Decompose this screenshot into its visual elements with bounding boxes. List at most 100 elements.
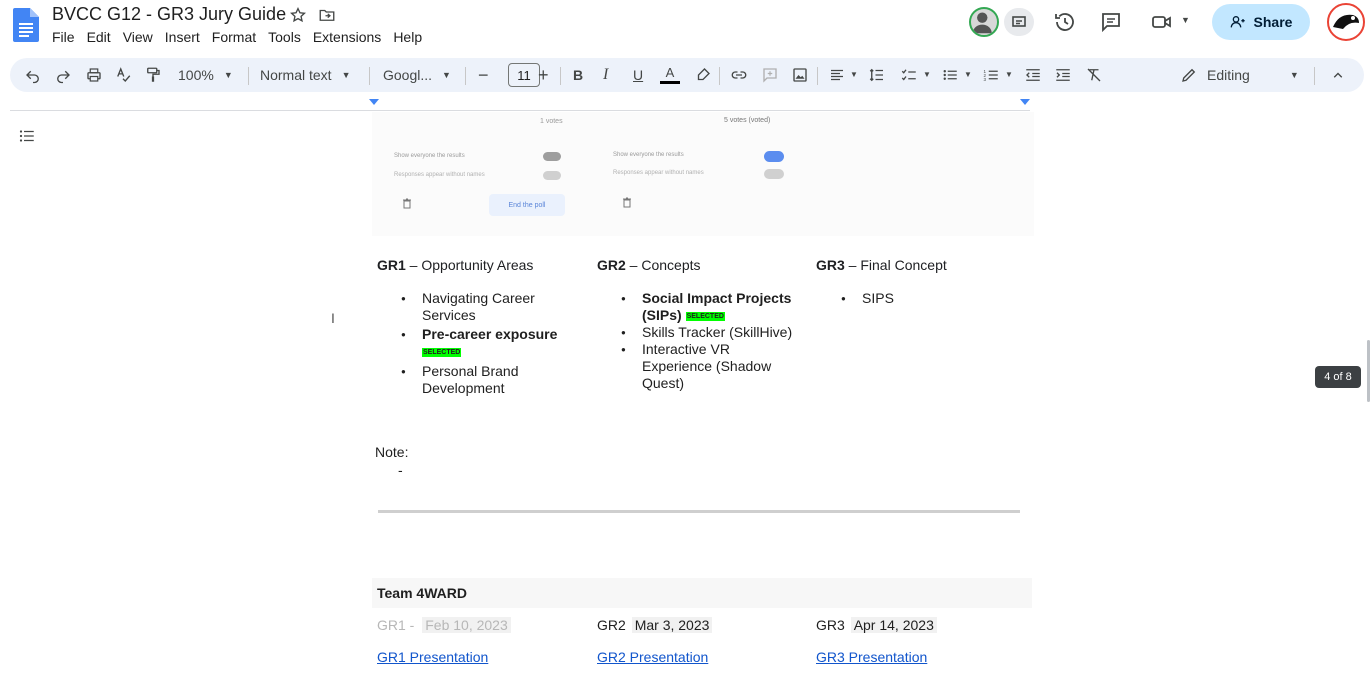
poll-toggle-label: Responses appear without names — [394, 172, 485, 178]
menu-bar: File Edit View Insert Format Tools Exten… — [52, 29, 428, 45]
decrease-indent-icon[interactable] — [1024, 66, 1042, 84]
zoom-select[interactable]: 100% ▼ — [178, 58, 233, 92]
star-icon[interactable] — [289, 6, 307, 24]
text-cursor-icon: I — [331, 310, 335, 326]
note-dash[interactable]: - — [398, 462, 403, 479]
menu-file[interactable]: File — [52, 29, 81, 45]
numbered-list-icon[interactable]: 123 — [982, 66, 1000, 84]
undo-icon[interactable] — [24, 66, 42, 84]
list-item-text: Personal Brand Development — [422, 363, 519, 396]
menu-format[interactable]: Format — [206, 29, 262, 45]
header: BVCC G12 - GR3 Jury Guide File Edit View… — [0, 0, 1372, 54]
clear-formatting-icon[interactable] — [1085, 66, 1103, 84]
underline-icon[interactable]: U — [633, 58, 643, 92]
gr1-date-chip[interactable]: Feb 10, 2023 — [422, 617, 511, 633]
line-spacing-icon[interactable] — [868, 66, 886, 84]
hide-menus-chevron-up-icon[interactable] — [1329, 66, 1347, 84]
account-avatar[interactable] — [1327, 3, 1365, 41]
version-history-icon[interactable] — [1053, 10, 1077, 34]
menu-help[interactable]: Help — [387, 29, 428, 45]
gr2-date-row: GR2 Mar 3, 2023 — [597, 617, 713, 634]
gr3-presentation-link[interactable]: GR3 Presentation — [816, 649, 927, 666]
redo-icon[interactable] — [54, 66, 72, 84]
scrollbar[interactable] — [1367, 340, 1370, 402]
selected-tag: SELECTED — [685, 311, 725, 321]
left-indent-marker[interactable] — [369, 99, 379, 105]
move-folder-icon[interactable] — [318, 6, 336, 24]
font-select[interactable]: Googl... ▼ — [383, 58, 451, 92]
share-people-icon — [1230, 16, 1245, 28]
presenter-icon[interactable] — [1004, 8, 1034, 36]
gr3-date-chip[interactable]: Apr 14, 2023 — [850, 617, 937, 633]
font-size-input[interactable]: 11 — [508, 63, 540, 87]
poll-toggle — [764, 169, 784, 179]
editing-mode-select[interactable]: Editing ▼ — [1207, 58, 1299, 92]
toolbar-divider — [560, 67, 561, 85]
docs-logo-icon[interactable] — [13, 8, 39, 42]
style-select[interactable]: Normal text ▼ — [260, 58, 351, 92]
style-dropdown-icon: ▼ — [341, 70, 351, 80]
collaborator-avatar[interactable] — [969, 7, 999, 37]
editing-mode-dropdown-icon: ▼ — [1289, 70, 1299, 80]
note-label[interactable]: Note: — [375, 444, 408, 461]
gr3-title: – Final Concept — [844, 257, 947, 273]
share-button[interactable]: Share — [1212, 4, 1310, 40]
zoom-value: 100% — [178, 67, 214, 83]
team-name: Team 4WARD — [377, 585, 467, 601]
selected-tag: SELECTED — [422, 347, 462, 357]
meet-dropdown-icon[interactable]: ▼ — [1181, 15, 1190, 25]
increase-indent-icon[interactable] — [1054, 66, 1072, 84]
align-dropdown-icon[interactable]: ▼ — [850, 70, 858, 79]
paint-format-icon[interactable] — [144, 66, 162, 84]
toolbar-divider — [719, 67, 720, 85]
align-icon[interactable] — [828, 66, 846, 84]
trash-icon — [403, 198, 411, 209]
add-comment-icon[interactable] — [761, 66, 779, 84]
font-value: Googl... — [383, 67, 433, 83]
gr1-list: Navigating Career Services Pre-career ex… — [401, 290, 572, 397]
bulleted-list-icon[interactable] — [941, 66, 959, 84]
menu-insert[interactable]: Insert — [159, 29, 206, 45]
gr2-presentation-link[interactable]: GR2 Presentation — [597, 649, 708, 666]
toolbar: 100% ▼ Normal text ▼ Googl... ▼ − 11 + B I … — [10, 58, 1364, 92]
team-header-row — [372, 578, 1032, 608]
spellcheck-icon[interactable] — [114, 66, 132, 84]
list-item-text: Pre-career exposure — [422, 326, 558, 342]
list-item: SIPS — [841, 290, 1012, 307]
right-indent-marker[interactable] — [1020, 99, 1030, 105]
checklist-icon[interactable] — [900, 66, 918, 84]
document-title[interactable]: BVCC G12 - GR3 Jury Guide — [52, 4, 286, 25]
menu-view[interactable]: View — [117, 29, 159, 45]
italic-icon[interactable]: I — [603, 58, 608, 92]
gr2-date-label: GR2 — [597, 617, 626, 633]
gr3-date-row: GR3 Apr 14, 2023 — [816, 617, 937, 634]
print-icon[interactable] — [85, 66, 103, 84]
poll-votes-left: 1 votes — [540, 118, 563, 125]
text-color-icon[interactable]: A — [660, 58, 680, 92]
poll-screenshot-image: 1 votes 5 votes (voted) Show everyone th… — [372, 112, 1034, 236]
gr1-presentation-link[interactable]: GR1 Presentation — [377, 649, 488, 666]
gr2-date-chip[interactable]: Mar 3, 2023 — [631, 617, 713, 633]
menu-edit[interactable]: Edit — [81, 29, 117, 45]
comments-icon[interactable] — [1099, 10, 1123, 34]
insert-image-icon[interactable] — [791, 66, 809, 84]
meet-video-icon[interactable] — [1150, 10, 1174, 34]
bold-icon[interactable]: B — [573, 58, 583, 92]
gr2-title: – Concepts — [625, 257, 701, 273]
menu-tools[interactable]: Tools — [262, 29, 307, 45]
gr3-date-label: GR3 — [816, 617, 845, 633]
menu-extensions[interactable]: Extensions — [307, 29, 387, 45]
highlight-color-icon[interactable] — [694, 66, 712, 84]
decrease-font-size-button[interactable]: − — [478, 58, 489, 92]
bulleted-list-dropdown-icon[interactable]: ▼ — [964, 70, 972, 79]
insert-link-icon[interactable] — [730, 66, 748, 84]
gr3-list: SIPS — [841, 290, 1012, 307]
numbered-list-dropdown-icon[interactable]: ▼ — [1005, 70, 1013, 79]
list-item-text: Navigating Career Services — [422, 290, 535, 323]
gr3-heading: GR3 – Final Concept — [816, 257, 947, 273]
gr1-date-label: GR1 - — [377, 617, 415, 633]
checklist-dropdown-icon[interactable]: ▼ — [923, 70, 931, 79]
document-outline-icon[interactable] — [18, 127, 36, 145]
toolbar-divider — [1314, 67, 1315, 85]
increase-font-size-button[interactable]: + — [538, 58, 549, 92]
